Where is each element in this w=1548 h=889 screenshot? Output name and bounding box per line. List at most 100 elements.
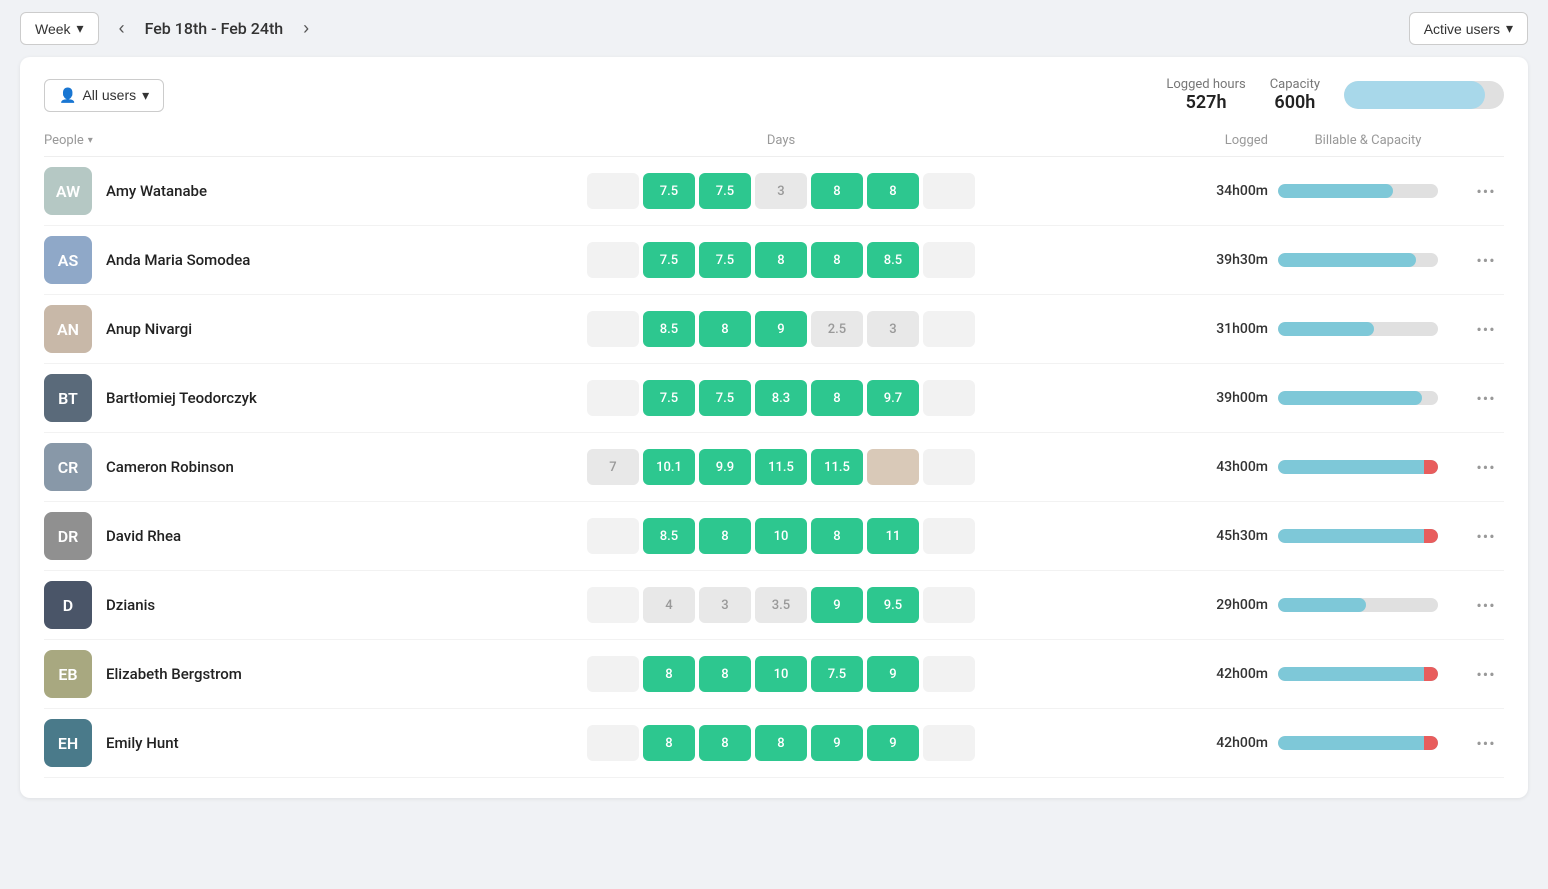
header-logged: Logged — [1178, 133, 1268, 148]
capacity-bar — [1344, 81, 1504, 109]
day-cell — [587, 518, 639, 554]
table-row: EBElizabeth Bergstrom88107.5942h00m••• — [44, 640, 1504, 709]
row-actions-button[interactable]: ••• — [1468, 320, 1504, 339]
user-bar-track — [1278, 529, 1438, 543]
day-cell[interactable]: 2.5 — [811, 311, 863, 347]
day-cell[interactable]: 8 — [699, 311, 751, 347]
days-cells: 7.57.5888.5 — [384, 242, 1178, 278]
day-cell[interactable]: 11.5 — [811, 449, 863, 485]
user-bar-fill — [1278, 529, 1438, 543]
day-cell[interactable]: 8 — [699, 725, 751, 761]
day-cell[interactable]: 4 — [643, 587, 695, 623]
billable-col — [1268, 391, 1468, 405]
day-cell[interactable]: 8.5 — [867, 242, 919, 278]
day-cell[interactable]: 10 — [755, 656, 807, 692]
day-cell — [923, 173, 975, 209]
active-users-button[interactable]: Active users ▾ — [1409, 12, 1528, 45]
day-cell[interactable]: 7.5 — [811, 656, 863, 692]
user-name: Amy Watanabe — [106, 182, 207, 200]
day-cell[interactable]: 9 — [867, 656, 919, 692]
next-week-button[interactable]: › — [295, 14, 317, 43]
days-cells: 8.5810811 — [384, 518, 1178, 554]
logged-value: 31h00m — [1178, 321, 1268, 337]
day-cell[interactable]: 9 — [755, 311, 807, 347]
day-cell[interactable]: 7.5 — [643, 380, 695, 416]
day-cell[interactable]: 7.5 — [643, 242, 695, 278]
day-cell[interactable]: 7 — [587, 449, 639, 485]
billable-col — [1268, 529, 1468, 543]
billable-col — [1268, 253, 1468, 267]
sort-arrow-icon: ▾ — [88, 135, 93, 146]
logged-value: 39h00m — [1178, 390, 1268, 406]
week-label: Week — [35, 21, 71, 37]
row-actions-button[interactable]: ••• — [1468, 734, 1504, 753]
day-cell[interactable]: 11.5 — [755, 449, 807, 485]
user-info: ANAnup Nivargi — [44, 305, 384, 353]
day-cell[interactable]: 8 — [811, 380, 863, 416]
panel-header: 👤 All users ▾ Logged hours 527h Capacity… — [44, 77, 1504, 113]
day-cell[interactable]: 8.3 — [755, 380, 807, 416]
filter-dropdown-icon: ▾ — [142, 87, 149, 104]
day-cell[interactable]: 11 — [867, 518, 919, 554]
day-cell[interactable]: 3 — [755, 173, 807, 209]
days-cells: 710.19.911.511.5 — [384, 449, 1178, 485]
people-sort[interactable]: People ▾ — [44, 133, 93, 148]
user-name: Bartłomiej Teodorczyk — [106, 389, 257, 407]
capacity-stat: Capacity 600h — [1270, 77, 1320, 113]
table-row: ANAnup Nivargi 8.5892.53 31h00m ••• — [44, 295, 1504, 364]
day-cell[interactable]: 9 — [811, 587, 863, 623]
day-cell[interactable]: 3 — [867, 311, 919, 347]
day-cell[interactable]: 8 — [755, 242, 807, 278]
day-cell[interactable]: 8.5 — [643, 311, 695, 347]
day-cell[interactable]: 3.5 — [755, 587, 807, 623]
people-icon: 👤 — [59, 87, 76, 104]
row-actions-button[interactable]: ••• — [1468, 458, 1504, 477]
user-info: CRCameron Robinson — [44, 443, 384, 491]
row-actions-button[interactable]: ••• — [1468, 389, 1504, 408]
day-cell[interactable]: 8 — [811, 242, 863, 278]
billable-col — [1268, 667, 1468, 681]
day-cell[interactable]: 3 — [699, 587, 751, 623]
day-cell[interactable]: 8 — [643, 656, 695, 692]
day-cell[interactable]: 8 — [811, 173, 863, 209]
day-cell[interactable]: 8 — [699, 656, 751, 692]
date-range: Feb 18th - Feb 24th — [145, 19, 284, 38]
user-name: Dzianis — [106, 596, 155, 614]
day-cell[interactable]: 8.5 — [643, 518, 695, 554]
day-cell[interactable]: 8 — [755, 725, 807, 761]
day-cell[interactable]: 8 — [699, 518, 751, 554]
row-actions-button[interactable]: ••• — [1468, 251, 1504, 270]
user-name: David Rhea — [106, 527, 181, 545]
day-cell[interactable]: 8 — [811, 518, 863, 554]
day-cell[interactable]: 9.9 — [699, 449, 751, 485]
active-users-label: Active users — [1424, 21, 1500, 37]
day-cell[interactable]: 7.5 — [699, 242, 751, 278]
row-actions-button[interactable]: ••• — [1468, 527, 1504, 546]
day-cell — [867, 449, 919, 485]
logged-value: 29h00m — [1178, 597, 1268, 613]
day-cell[interactable]: 7.5 — [699, 173, 751, 209]
week-selector[interactable]: Week ▾ — [20, 12, 99, 45]
day-cell[interactable]: 10 — [755, 518, 807, 554]
row-actions-button[interactable]: ••• — [1468, 665, 1504, 684]
user-bar-fill — [1278, 736, 1438, 750]
day-cell[interactable]: 9.7 — [867, 380, 919, 416]
all-users-filter[interactable]: 👤 All users ▾ — [44, 79, 164, 112]
day-cell[interactable]: 9.5 — [867, 587, 919, 623]
day-cell[interactable]: 10.1 — [643, 449, 695, 485]
row-actions-button[interactable]: ••• — [1468, 182, 1504, 201]
day-cell — [923, 587, 975, 623]
day-cell[interactable]: 7.5 — [699, 380, 751, 416]
day-cell[interactable]: 7.5 — [643, 173, 695, 209]
day-cell[interactable]: 8 — [867, 173, 919, 209]
day-cell[interactable]: 9 — [811, 725, 863, 761]
day-cell[interactable]: 9 — [867, 725, 919, 761]
day-cell[interactable]: 8 — [643, 725, 695, 761]
row-actions-button[interactable]: ••• — [1468, 596, 1504, 615]
day-cell — [587, 380, 639, 416]
table-row: DRDavid Rhea8.581081145h30m••• — [44, 502, 1504, 571]
user-name: Cameron Robinson — [106, 458, 234, 476]
prev-week-button[interactable]: ‹ — [111, 14, 133, 43]
user-name: Elizabeth Bergstrom — [106, 665, 242, 683]
header-people[interactable]: People ▾ — [44, 133, 384, 148]
